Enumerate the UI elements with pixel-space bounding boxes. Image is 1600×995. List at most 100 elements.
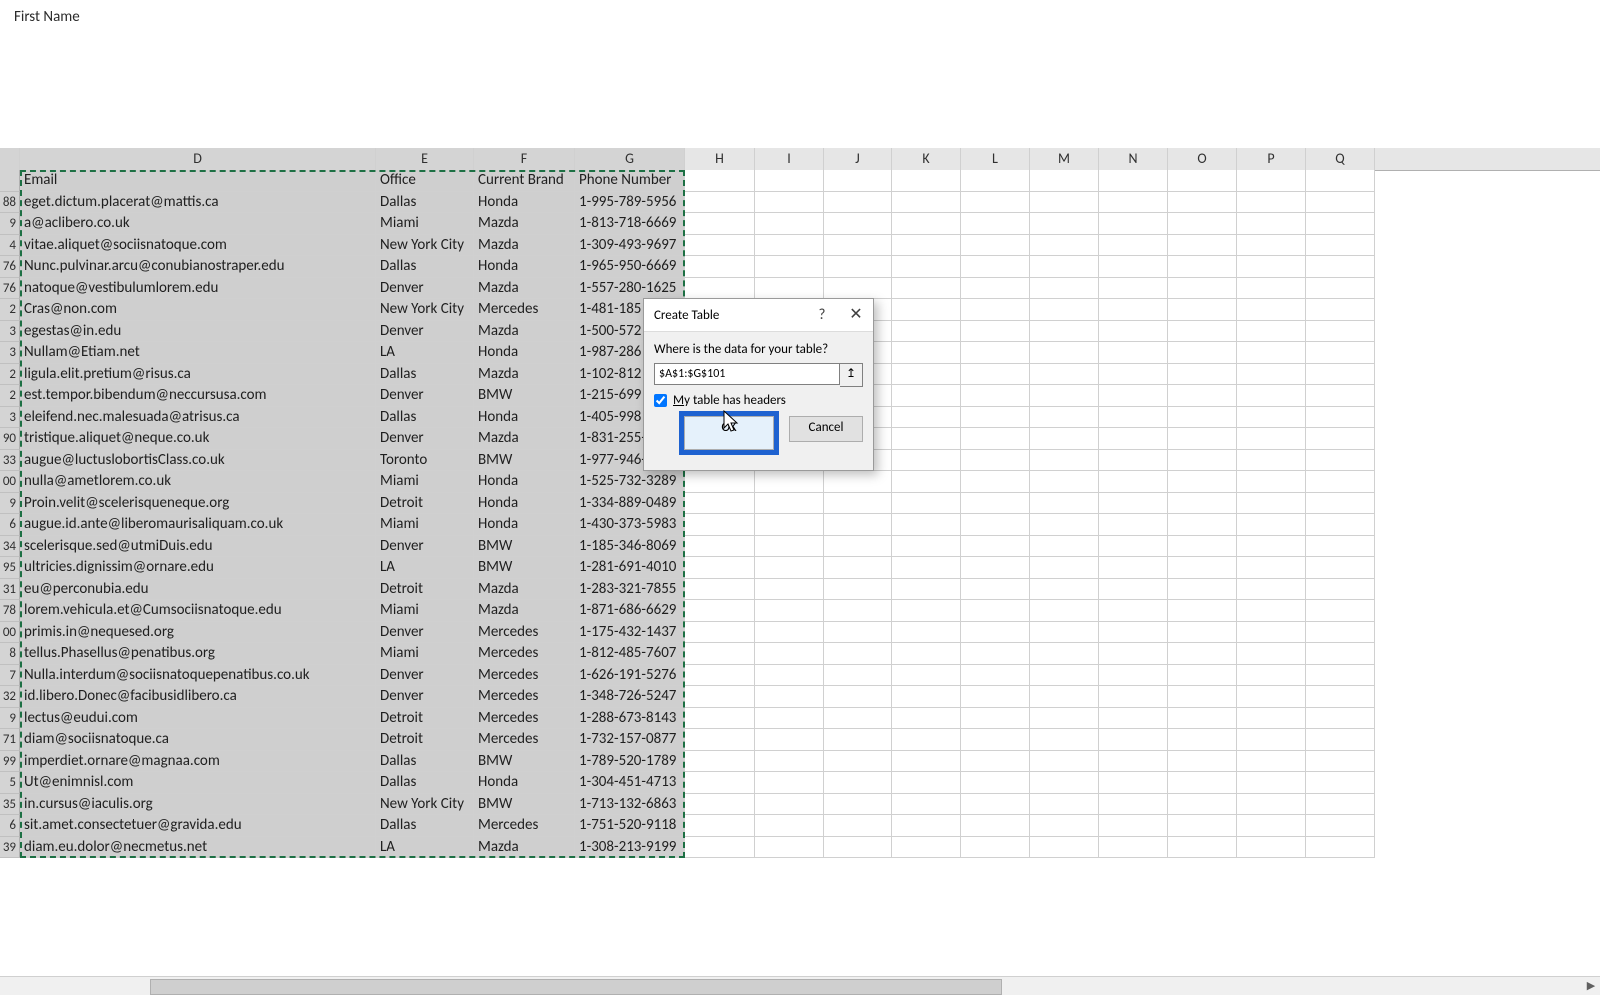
- cell[interactable]: [1168, 794, 1237, 816]
- cell[interactable]: [1306, 536, 1375, 558]
- cell[interactable]: Nulla.interdum@sociisnatoquepenatibus.co…: [20, 665, 376, 687]
- range-input[interactable]: $A$1:$G$101: [654, 363, 840, 385]
- cell[interactable]: Cras@non.com: [20, 299, 376, 321]
- cell[interactable]: [1237, 493, 1306, 515]
- cell[interactable]: Honda: [474, 192, 575, 214]
- cell[interactable]: [1306, 579, 1375, 601]
- cell[interactable]: [824, 815, 892, 837]
- cell[interactable]: [961, 708, 1030, 730]
- cell[interactable]: BMW: [474, 794, 575, 816]
- cell[interactable]: [1168, 557, 1237, 579]
- cell[interactable]: [1030, 213, 1099, 235]
- scrollbar-thumb[interactable]: [150, 979, 1002, 995]
- cell[interactable]: [1030, 471, 1099, 493]
- cell[interactable]: [1099, 364, 1168, 386]
- cell[interactable]: [1099, 665, 1168, 687]
- cell[interactable]: Mercedes: [474, 299, 575, 321]
- cell[interactable]: [1099, 407, 1168, 429]
- row-header[interactable]: 3: [0, 342, 20, 364]
- cell[interactable]: 1-334-889-0489: [575, 493, 685, 515]
- cell[interactable]: 1-965-950-6669: [575, 256, 685, 278]
- cell[interactable]: eu@perconubia.edu: [20, 579, 376, 601]
- cell[interactable]: [824, 794, 892, 816]
- cell[interactable]: [1030, 536, 1099, 558]
- cell[interactable]: [961, 256, 1030, 278]
- cell[interactable]: [961, 557, 1030, 579]
- cell[interactable]: [892, 385, 961, 407]
- cell[interactable]: [685, 235, 755, 257]
- range-picker-icon[interactable]: ↥: [840, 363, 863, 387]
- cell[interactable]: [1030, 729, 1099, 751]
- cell[interactable]: [892, 213, 961, 235]
- cell[interactable]: primis.in@nequesed.org: [20, 622, 376, 644]
- cell[interactable]: [755, 794, 824, 816]
- headers-checkbox[interactable]: [654, 394, 667, 407]
- cell[interactable]: LA: [376, 342, 474, 364]
- cell[interactable]: Mazda: [474, 364, 575, 386]
- cell[interactable]: [961, 192, 1030, 214]
- cell[interactable]: [824, 536, 892, 558]
- cell[interactable]: [1237, 192, 1306, 214]
- cell[interactable]: [892, 450, 961, 472]
- cell[interactable]: [1237, 708, 1306, 730]
- cell[interactable]: [1306, 686, 1375, 708]
- cell[interactable]: [1306, 708, 1375, 730]
- cell[interactable]: Miami: [376, 213, 474, 235]
- cell[interactable]: Detroit: [376, 579, 474, 601]
- cell[interactable]: tristique.aliquet@neque.co.uk: [20, 428, 376, 450]
- cell[interactable]: [961, 837, 1030, 859]
- cell[interactable]: [1237, 579, 1306, 601]
- cell[interactable]: Dallas: [376, 815, 474, 837]
- cell[interactable]: [961, 729, 1030, 751]
- close-icon[interactable]: ✕: [839, 299, 873, 331]
- cell[interactable]: [824, 170, 892, 192]
- cell[interactable]: 1-175-432-1437: [575, 622, 685, 644]
- cell[interactable]: [824, 213, 892, 235]
- cell[interactable]: [685, 192, 755, 214]
- cell[interactable]: [1099, 342, 1168, 364]
- cell[interactable]: [824, 665, 892, 687]
- cell[interactable]: [1306, 213, 1375, 235]
- cell[interactable]: [685, 170, 755, 192]
- cell[interactable]: Denver: [376, 622, 474, 644]
- cell[interactable]: [1306, 729, 1375, 751]
- cell[interactable]: [755, 579, 824, 601]
- row-header[interactable]: 00: [0, 471, 20, 493]
- cell[interactable]: [1237, 364, 1306, 386]
- cell[interactable]: est.tempor.bibendum@neccursusa.com: [20, 385, 376, 407]
- dialog-title-bar[interactable]: Create Table ? ✕: [644, 299, 873, 332]
- cell[interactable]: [755, 256, 824, 278]
- cell[interactable]: [1168, 364, 1237, 386]
- cell[interactable]: [892, 794, 961, 816]
- cell[interactable]: eget.dictum.placerat@mattis.ca: [20, 192, 376, 214]
- cell[interactable]: [1030, 364, 1099, 386]
- cell[interactable]: [892, 686, 961, 708]
- cell[interactable]: [1237, 557, 1306, 579]
- cell[interactable]: [1306, 385, 1375, 407]
- cell[interactable]: [755, 278, 824, 300]
- cell[interactable]: [1237, 686, 1306, 708]
- cell[interactable]: [1237, 450, 1306, 472]
- cell[interactable]: [824, 643, 892, 665]
- cell[interactable]: [755, 213, 824, 235]
- cell[interactable]: 1-309-493-9697: [575, 235, 685, 257]
- cell[interactable]: [1030, 278, 1099, 300]
- cell[interactable]: ligula.elit.pretium@risus.ca: [20, 364, 376, 386]
- cell[interactable]: Email: [20, 170, 376, 192]
- cell[interactable]: BMW: [474, 557, 575, 579]
- cell[interactable]: 1-812-485-7607: [575, 643, 685, 665]
- cell[interactable]: [1168, 428, 1237, 450]
- cell[interactable]: [685, 708, 755, 730]
- cell[interactable]: [1099, 536, 1168, 558]
- cell[interactable]: [1168, 342, 1237, 364]
- cell[interactable]: [1099, 622, 1168, 644]
- cell[interactable]: [1099, 514, 1168, 536]
- cell[interactable]: [824, 235, 892, 257]
- row-header[interactable]: 71: [0, 729, 20, 751]
- row-header[interactable]: 2: [0, 299, 20, 321]
- cell[interactable]: [961, 342, 1030, 364]
- cell[interactable]: vitae.aliquet@sociisnatoque.com: [20, 235, 376, 257]
- row-header[interactable]: 9: [0, 213, 20, 235]
- cell[interactable]: [892, 514, 961, 536]
- cell[interactable]: [1306, 794, 1375, 816]
